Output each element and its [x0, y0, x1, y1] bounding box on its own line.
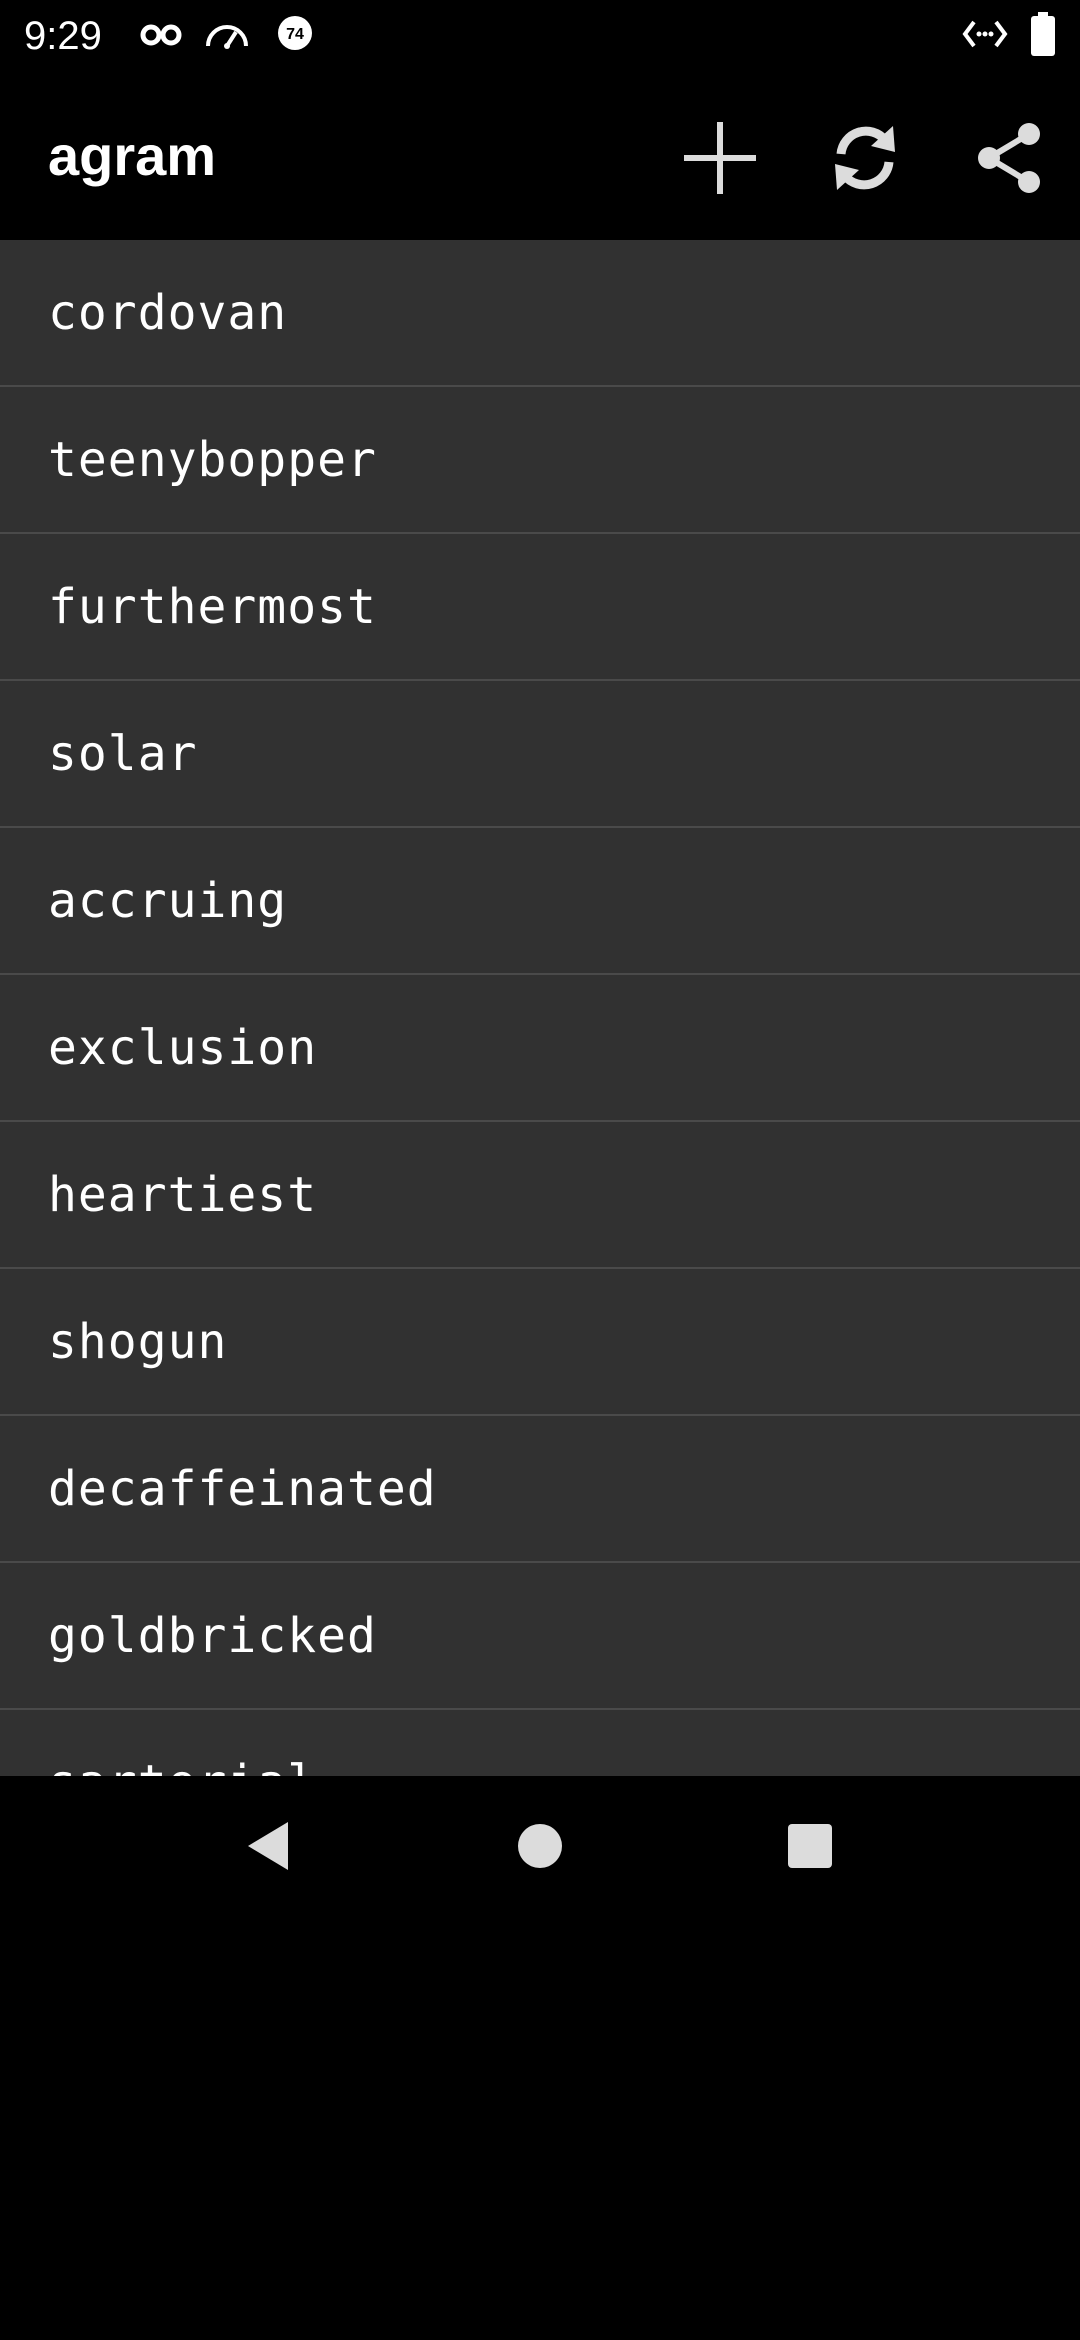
add-icon	[682, 120, 758, 201]
refresh-button[interactable]	[817, 112, 913, 208]
back-button[interactable]	[220, 1800, 316, 1896]
status-time: 9:29	[24, 14, 102, 58]
recents-button[interactable]	[762, 1800, 858, 1896]
navigation-bar	[0, 1776, 1080, 1920]
incognito-icon	[140, 14, 182, 61]
home-icon	[517, 1823, 563, 1874]
list-item[interactable]: goldbricked	[0, 1563, 1080, 1710]
add-button[interactable]	[672, 112, 768, 208]
back-icon	[244, 1820, 292, 1877]
badge-text: 74	[286, 26, 304, 43]
list-item[interactable]: cordovan	[0, 240, 1080, 387]
list-item-label: solar	[48, 725, 198, 782]
status-bar: 9:29 74	[0, 0, 1080, 72]
share-icon	[973, 122, 1045, 199]
app-bar: agram	[0, 72, 1080, 240]
list-item-label: heartiest	[48, 1166, 318, 1223]
list-item-label: teenybopper	[48, 431, 377, 488]
notification-badge-icon: 74	[276, 14, 314, 57]
list-item[interactable]: teenybopper	[0, 387, 1080, 534]
refresh-icon	[827, 120, 903, 201]
list-item[interactable]: furthermost	[0, 534, 1080, 681]
word-list[interactable]: cordovan teenybopper furthermost solar a…	[0, 240, 1080, 1776]
list-item-label: accruing	[48, 872, 288, 929]
list-item-label: sartorial	[48, 1755, 317, 1777]
recents-icon	[787, 1823, 833, 1874]
list-item-label: cordovan	[48, 284, 288, 341]
list-item-label: goldbricked	[48, 1607, 377, 1664]
list-item[interactable]: decaffeinated	[0, 1416, 1080, 1563]
list-item[interactable]: shogun	[0, 1269, 1080, 1416]
speedometer-icon	[204, 14, 250, 61]
list-item[interactable]: solar	[0, 681, 1080, 828]
list-item-label: exclusion	[48, 1019, 318, 1076]
list-item-label: shogun	[48, 1313, 228, 1370]
list-item[interactable]: heartiest	[0, 1122, 1080, 1269]
list-item[interactable]: sartorial	[0, 1710, 1080, 1777]
list-item-label: furthermost	[48, 578, 377, 635]
list-item-label: decaffeinated	[48, 1460, 437, 1517]
share-button[interactable]	[961, 112, 1057, 208]
list-item[interactable]: exclusion	[0, 975, 1080, 1122]
list-item[interactable]: accruing	[0, 828, 1080, 975]
battery-icon	[1030, 12, 1056, 61]
home-button[interactable]	[492, 1800, 588, 1896]
app-title: agram	[48, 124, 217, 187]
code-icon	[962, 14, 1008, 59]
